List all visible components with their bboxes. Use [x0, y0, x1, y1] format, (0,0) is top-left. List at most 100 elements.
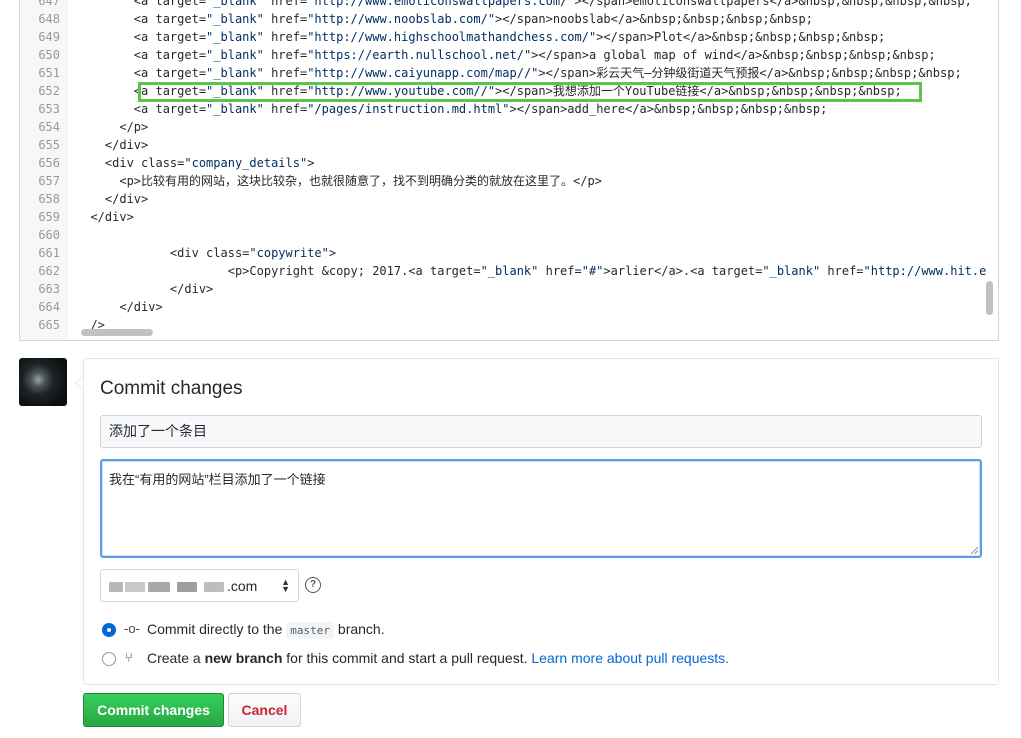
line-number[interactable]: 651	[20, 64, 60, 82]
line-text[interactable]: <p>比较有用的网站，这块比较杂，也就很随意了，找不到明确分类的就放在这里了。<…	[76, 172, 602, 190]
line-text[interactable]: </div>	[76, 280, 213, 298]
code-string: "http://www.emoticonswallpapers.com/"	[307, 0, 575, 8]
line-text[interactable]: <div class="company_details">	[76, 154, 315, 172]
email-select[interactable]: .com ▲ ▼	[100, 569, 299, 602]
code-token: ></span>add_here</a>&nbsp;&nbsp;&nbsp;&n…	[509, 102, 828, 116]
line-number[interactable]: 657	[20, 172, 60, 190]
code-string: "_blank"	[206, 30, 264, 44]
line-text[interactable]: </div>	[76, 190, 148, 208]
line-text[interactable]: </p>	[76, 118, 148, 136]
resize-handle-icon[interactable]	[971, 547, 978, 554]
line-number[interactable]: 661	[20, 244, 60, 262]
line-text[interactable]: <p>Copyright &copy; 2017.<a target="_bla…	[76, 262, 987, 280]
line-number[interactable]: 659	[20, 208, 60, 226]
line-number[interactable]: 650	[20, 46, 60, 64]
code-string: "company_details"	[184, 156, 308, 170]
code-line[interactable]: 657 <p>比较有用的网站，这块比较杂，也就很随意了，找不到明确分类的就放在这…	[20, 172, 998, 190]
code-token: </div>	[76, 192, 149, 206]
radio-commit-direct[interactable]	[102, 623, 116, 637]
code-line[interactable]: 663 </div>	[20, 280, 998, 298]
commit-summary-input[interactable]: 添加了一个条目	[100, 415, 982, 448]
blurred-text	[204, 582, 224, 592]
learn-more-link[interactable]: Learn more about pull requests.	[531, 650, 729, 666]
line-text[interactable]: <a target="_blank" href="http://www.high…	[76, 28, 885, 46]
code-line[interactable]: 656 <div class="company_details">	[20, 154, 998, 172]
line-text[interactable]: </div>	[76, 136, 148, 154]
code-token: <a target=	[76, 66, 207, 80]
line-text[interactable]: <a target="_blank" href="https://earth.n…	[76, 46, 936, 64]
line-number[interactable]: 658	[20, 190, 60, 208]
code-line[interactable]: 661 <div class="copywrite">	[20, 244, 998, 262]
code-lines[interactable]: 647 <a target="_blank" href="http://www.…	[20, 0, 998, 334]
panel-arrow-inner	[76, 376, 83, 390]
radio-new-branch[interactable]	[102, 652, 116, 666]
commit-description-text: 我在“有用的网站”栏目添加了一个链接	[109, 472, 326, 487]
email-domain: .com	[227, 578, 258, 594]
code-line[interactable]: 662 <p>Copyright &copy; 2017.<a target="…	[20, 262, 998, 280]
code-line[interactable]: 660	[20, 226, 998, 244]
code-string: "_blank"	[206, 12, 264, 26]
line-text[interactable]: <a target="_blank" href="http://www.caiy…	[76, 64, 962, 82]
code-string: "_blank"	[206, 66, 264, 80]
question-icon[interactable]: ?	[305, 577, 321, 593]
line-number[interactable]: 664	[20, 298, 60, 316]
commit-changes-button[interactable]: Commit changes	[83, 693, 224, 727]
line-number[interactable]: 648	[20, 10, 60, 28]
line-text[interactable]: <div class="copywrite">	[76, 244, 336, 262]
code-line[interactable]: 658 </div>	[20, 190, 998, 208]
code-line[interactable]: 664 </div>	[20, 298, 998, 316]
line-text[interactable]: </div>	[76, 298, 162, 316]
line-text[interactable]: <a target="_blank" href="/pages/instruct…	[76, 100, 828, 118]
code-line[interactable]: 653 <a target="_blank" href="/pages/inst…	[20, 100, 998, 118]
code-token: <a target=	[76, 0, 207, 8]
code-token: <div class=	[76, 246, 250, 260]
line-number[interactable]: 649	[20, 28, 60, 46]
option-commit-direct[interactable]: Commit directly to the master branch.	[147, 621, 385, 639]
cancel-button[interactable]: Cancel	[228, 693, 301, 727]
vertical-scrollbar[interactable]	[986, 281, 993, 315]
line-text[interactable]: </div>	[76, 208, 133, 226]
line-number[interactable]: 662	[20, 262, 60, 280]
code-token: ></span>彩云天气—分钟级街道天气预报</a>&nbsp;&nbsp;&n…	[538, 66, 962, 80]
horizontal-scrollbar[interactable]	[81, 329, 153, 336]
blurred-text	[177, 582, 197, 592]
code-line[interactable]: 648 <a target="_blank" href="http://www.…	[20, 10, 998, 28]
line-text[interactable]: <a target="_blank" href="http://www.noob…	[76, 10, 813, 28]
code-line[interactable]: 650 <a target="_blank" href="https://ear…	[20, 46, 998, 64]
code-token: </div>	[76, 138, 149, 152]
code-line[interactable]: 655 </div>	[20, 136, 998, 154]
code-token: ></span>emoticonswallpapers</a>&nbsp;&nb…	[574, 0, 972, 8]
avatar[interactable]	[19, 358, 67, 406]
code-line[interactable]: 649 <a target="_blank" href="http://www.…	[20, 28, 998, 46]
code-token: >arlier</a>.<a target=	[603, 264, 763, 278]
code-line[interactable]: 654 </p>	[20, 118, 998, 136]
code-line[interactable]: 651 <a target="_blank" href="http://www.…	[20, 64, 998, 82]
code-line[interactable]: 665 />	[20, 316, 998, 334]
code-string: "/pages/instruction.md.html"	[307, 102, 510, 116]
line-number[interactable]: 660	[20, 226, 60, 244]
blurred-text	[109, 582, 123, 592]
code-token: <a target=	[76, 102, 207, 116]
code-string: "http://www.caiyunapp.com/map//"	[307, 66, 539, 80]
line-number[interactable]: 665	[20, 316, 60, 334]
line-text[interactable]: <a target="_blank" href="http://www.yout…	[76, 82, 902, 100]
line-number[interactable]: 647	[20, 0, 60, 10]
option-new-branch[interactable]: Create a new branch for this commit and …	[147, 650, 729, 666]
code-token: >	[307, 156, 315, 170]
line-number[interactable]: 663	[20, 280, 60, 298]
code-line[interactable]: 652 <a target="_blank" href="http://www.…	[20, 82, 998, 100]
commit-description-textarea[interactable]: 我在“有用的网站”栏目添加了一个链接	[100, 459, 982, 558]
line-number[interactable]: 654	[20, 118, 60, 136]
line-number[interactable]: 653	[20, 100, 60, 118]
code-line[interactable]: 659 </div>	[20, 208, 998, 226]
line-number[interactable]: 655	[20, 136, 60, 154]
code-editor[interactable]: 647 <a target="_blank" href="http://www.…	[19, 0, 999, 341]
line-text[interactable]: <a target="_blank" href="http://www.emot…	[76, 0, 972, 10]
line-number[interactable]: 656	[20, 154, 60, 172]
code-token: <a target=	[76, 48, 207, 62]
code-token: </div>	[76, 282, 214, 296]
line-number[interactable]: 652	[20, 82, 60, 100]
git-pull-request-icon: ⑂	[125, 650, 133, 665]
code-line[interactable]: 647 <a target="_blank" href="http://www.…	[20, 0, 998, 10]
code-string: "_blank"	[206, 102, 264, 116]
